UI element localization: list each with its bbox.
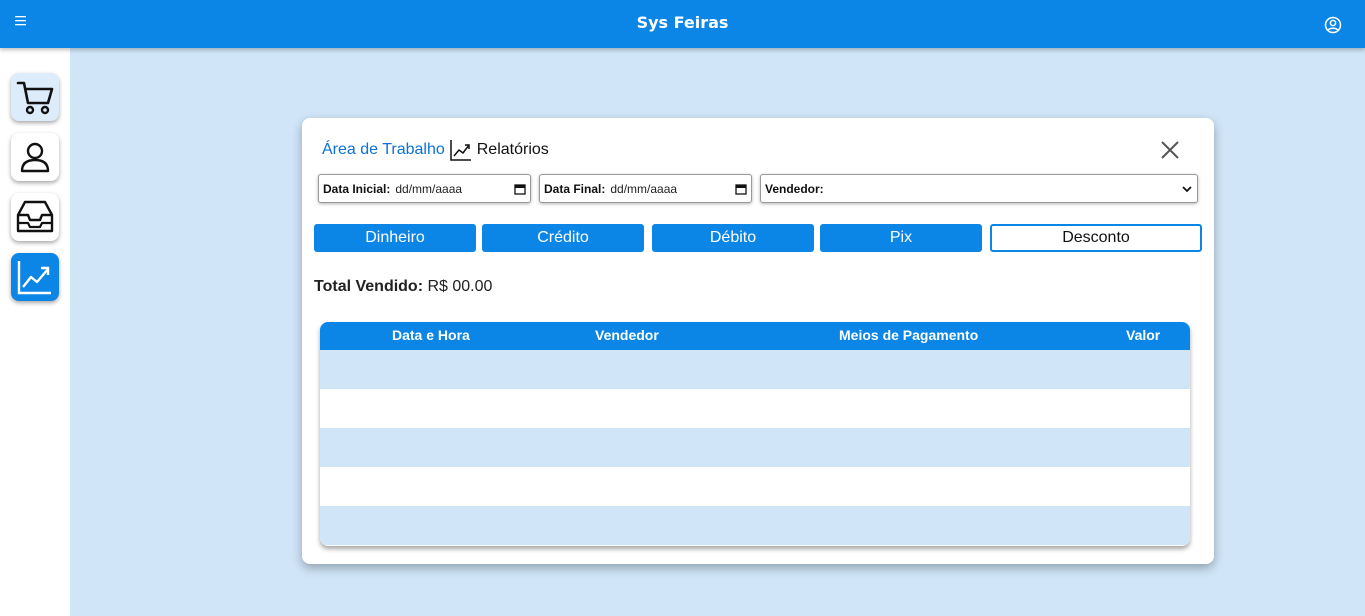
close-icon[interactable] <box>1158 138 1182 162</box>
table-row <box>320 350 1190 389</box>
total-sold: Total Vendido: R$ 00.00 <box>314 278 492 296</box>
column-header-seller: Vendedor <box>595 327 659 343</box>
table-header: Data e Hora Vendedor Meios de Pagamento … <box>320 322 1190 350</box>
column-header-value: Valor <box>1126 327 1161 343</box>
inbox-icon <box>16 200 54 233</box>
calendar-icon[interactable] <box>514 183 526 195</box>
table-row <box>320 506 1190 545</box>
table-row <box>320 389 1190 428</box>
end-date-label: Data Final: <box>544 181 606 196</box>
payment-button-pix[interactable]: Pix <box>820 224 982 252</box>
seller-label: Vendedor: <box>765 181 824 196</box>
chevron-down-icon[interactable] <box>1181 183 1193 195</box>
calendar-icon[interactable] <box>735 183 747 195</box>
user-circle-icon[interactable] <box>1323 15 1343 35</box>
payment-button-discount[interactable]: Desconto <box>990 224 1202 252</box>
app-title: Sys Feiras <box>636 13 729 32</box>
cart-icon <box>16 81 54 115</box>
column-header-datetime: Data e Hora <box>392 327 470 343</box>
sidebar-item-cart[interactable] <box>11 73 59 121</box>
column-header-payment-methods: Meios de Pagamento <box>839 327 979 343</box>
sidebar-item-reports[interactable] <box>11 253 59 301</box>
payment-button-credit[interactable]: Crédito <box>482 224 644 252</box>
end-date-input[interactable]: dd/mm/aaaa <box>610 182 735 196</box>
end-date-field[interactable]: Data Final: dd/mm/aaaa <box>539 174 752 203</box>
chart-line-icon <box>17 261 51 295</box>
total-sold-label: Total Vendido: <box>314 278 424 295</box>
user-icon <box>20 142 50 173</box>
start-date-input[interactable]: dd/mm/aaaa <box>395 182 514 196</box>
start-date-label: Data Inicial: <box>323 181 391 196</box>
sidebar-item-users[interactable] <box>11 133 59 181</box>
breadcrumb-link-workspace[interactable]: Área de Trabalho <box>322 141 445 159</box>
table-row <box>320 428 1190 467</box>
sidebar-item-inventory[interactable] <box>11 193 59 241</box>
breadcrumb: Área de Trabalho Relatórios <box>322 138 549 162</box>
payment-button-cash[interactable]: Dinheiro <box>314 224 476 252</box>
top-app-bar: Sys Feiras <box>0 0 1365 48</box>
reports-modal: Área de Trabalho Relatórios Data Inicial… <box>302 118 1214 564</box>
sidebar <box>0 48 70 616</box>
payment-button-debit[interactable]: Débito <box>652 224 814 252</box>
total-sold-value: R$ 00.00 <box>427 278 493 295</box>
start-date-field[interactable]: Data Inicial: dd/mm/aaaa <box>318 174 531 203</box>
breadcrumb-current: Relatórios <box>476 141 549 158</box>
sales-table: Data e Hora Vendedor Meios de Pagamento … <box>320 322 1190 546</box>
chart-line-icon <box>450 140 471 161</box>
table-row <box>320 467 1190 506</box>
seller-select[interactable]: Vendedor: <box>760 174 1198 203</box>
